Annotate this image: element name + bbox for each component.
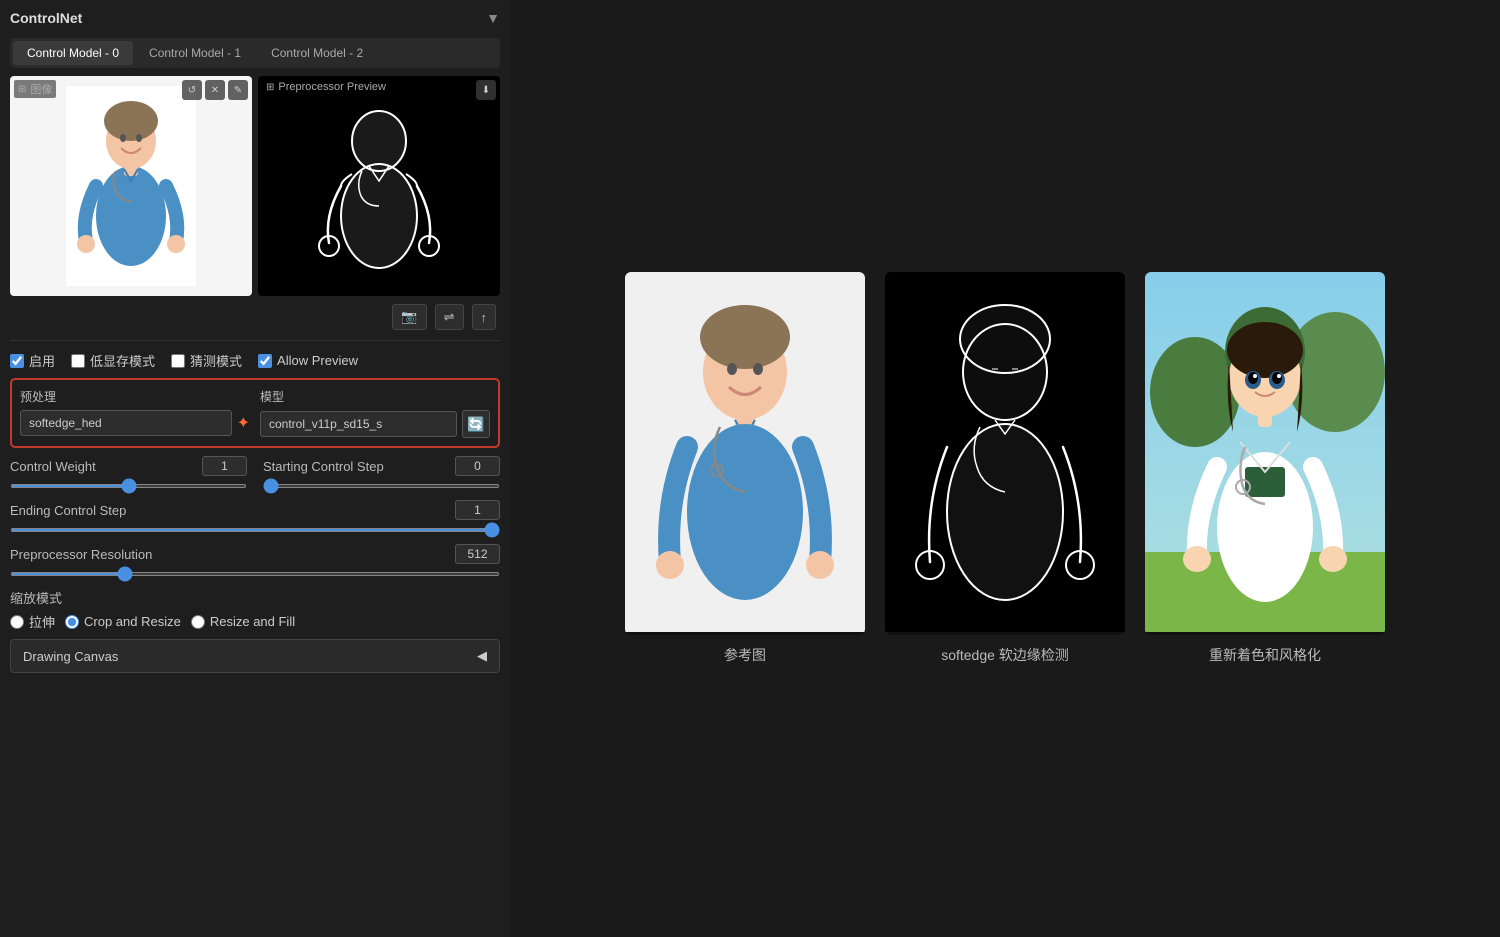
low-vram-checkbox[interactable]: 低显存模式 [71, 351, 155, 370]
preprocessor-select[interactable]: softedge_hed softedge_hedsafe softedge_p… [20, 410, 232, 436]
source-refresh-button[interactable]: ↺ [182, 80, 202, 100]
image-preview-row: ⊞ 图像 ↺ ✕ ✎ [10, 76, 500, 296]
edge-image-container [885, 272, 1125, 635]
model-label: 模型 [260, 388, 490, 405]
camera-button[interactable]: 📷 [392, 304, 426, 330]
source-image-controls: ↺ ✕ ✎ [182, 80, 248, 100]
model-selection-box: 预处理 softedge_hed softedge_hedsafe softed… [10, 378, 500, 448]
starting-step-col: Starting Control Step 0 [263, 456, 500, 492]
anime-label: 重新着色和风格化 [1209, 645, 1321, 665]
panel-title: ControlNet [10, 10, 82, 26]
ending-step-header: Ending Control Step 1 [10, 500, 500, 520]
low-vram-input[interactable] [71, 354, 85, 368]
preprocessor-label: 预处理 [20, 388, 250, 405]
model-col: 模型 control_v11p_sd15_s control_v11e_sd15… [260, 388, 490, 438]
resolution-value: 512 [455, 544, 500, 564]
preview-download-button[interactable]: ⬇ [476, 80, 496, 100]
zoom-crop-radio[interactable]: Crop and Resize [65, 614, 181, 629]
drawing-canvas-arrow: ◀ [477, 648, 487, 664]
options-checkboxes: 启用 低显存模式 猜测模式 Allow Preview [10, 351, 500, 370]
resolution-label: Preprocessor Resolution [10, 547, 152, 562]
starting-step-label: Starting Control Step [263, 459, 384, 474]
enable-checkbox[interactable]: 启用 [10, 351, 55, 370]
control-weight-value: 1 [202, 456, 247, 476]
preprocessor-col: 预处理 softedge_hed softedge_hedsafe softed… [20, 388, 250, 438]
right-panel: 参考图 [510, 0, 1500, 937]
weight-step-row: Control Weight 1 Starting Control Step 0 [10, 456, 500, 492]
ending-step-group: Ending Control Step 1 [10, 500, 500, 536]
zoom-mode-radio-group: 拉伸 Crop and Resize Resize and Fill [10, 612, 500, 631]
control-weight-label: Control Weight [10, 459, 96, 474]
edge-label: softedge 软边缘检测 [941, 645, 1069, 665]
zoom-stretch-input[interactable] [10, 615, 24, 629]
model-select-wrapper: control_v11p_sd15_s control_v11e_sd15_ip… [260, 410, 490, 438]
action-buttons-row: 📷 ⇌ ↑ [10, 304, 500, 330]
source-image-box: ⊞ 图像 ↺ ✕ ✎ [10, 76, 252, 296]
anime-image [1145, 272, 1385, 632]
resolution-header: Preprocessor Resolution 512 [10, 544, 500, 564]
enable-input[interactable] [10, 354, 24, 368]
upload-button[interactable]: ↑ [472, 304, 497, 330]
source-close-button[interactable]: ✕ [205, 80, 225, 100]
drawing-canvas-button[interactable]: Drawing Canvas ◀ [10, 639, 500, 673]
left-panel: ControlNet ▼ Control Model - 0 Control M… [0, 0, 510, 937]
edge-image [885, 272, 1125, 632]
source-edit-button[interactable]: ✎ [228, 80, 248, 100]
swap-button[interactable]: ⇌ [435, 304, 464, 330]
panel-collapse-icon[interactable]: ▼ [486, 10, 500, 26]
tab-control-model-2[interactable]: Control Model - 2 [257, 41, 377, 65]
allow-preview-checkbox[interactable]: Allow Preview [258, 353, 358, 368]
starting-step-slider[interactable] [263, 484, 500, 488]
anime-image-container [1145, 272, 1385, 635]
allow-preview-input[interactable] [258, 354, 272, 368]
tab-control-model-0[interactable]: Control Model - 0 [13, 41, 133, 65]
panel-header: ControlNet ▼ [10, 10, 500, 26]
preview-image-content [258, 76, 500, 296]
preprocessor-select-wrapper: softedge_hed softedge_hedsafe softedge_p… [20, 410, 250, 436]
control-weight-slider[interactable] [10, 484, 247, 488]
resolution-slider[interactable] [10, 572, 500, 576]
drawing-canvas-label: Drawing Canvas [23, 649, 118, 664]
reference-image [625, 272, 865, 632]
model-refresh-button[interactable]: 🔄 [462, 410, 490, 438]
ending-step-slider[interactable] [10, 528, 500, 532]
model-row: 预处理 softedge_hed softedge_hedsafe softed… [20, 388, 490, 438]
model-tabs: Control Model - 0 Control Model - 1 Cont… [10, 38, 500, 68]
control-weight-header: Control Weight 1 [10, 456, 247, 476]
preview-image-box: ⊞ Preprocessor Preview ⬇ [258, 76, 500, 296]
preview-image-label: ⊞ Preprocessor Preview [262, 80, 390, 94]
zoom-mode-section: 缩放模式 拉伸 Crop and Resize Resize and Fill [10, 588, 500, 631]
ending-step-value: 1 [455, 500, 500, 520]
zoom-mode-label: 缩放模式 [10, 588, 500, 607]
starting-step-value: 0 [455, 456, 500, 476]
starting-step-header: Starting Control Step 0 [263, 456, 500, 476]
result-images: 参考图 [625, 272, 1385, 665]
zoom-stretch-radio[interactable]: 拉伸 [10, 612, 55, 631]
fire-icon: ✦ [237, 413, 250, 433]
resolution-group: Preprocessor Resolution 512 [10, 544, 500, 580]
result-item-reference: 参考图 [625, 272, 865, 665]
zoom-fill-radio[interactable]: Resize and Fill [191, 614, 295, 629]
ending-step-label: Ending Control Step [10, 503, 126, 518]
reference-label: 参考图 [724, 645, 766, 665]
tab-control-model-1[interactable]: Control Model - 1 [135, 41, 255, 65]
control-weight-col: Control Weight 1 [10, 456, 247, 492]
result-item-anime: 重新着色和风格化 [1145, 272, 1385, 665]
zoom-fill-input[interactable] [191, 615, 205, 629]
zoom-crop-input[interactable] [65, 615, 79, 629]
source-image-content [10, 76, 252, 296]
reference-image-container [625, 272, 865, 635]
model-select[interactable]: control_v11p_sd15_s control_v11e_sd15_ip… [260, 411, 457, 437]
source-image-label: ⊞ 图像 [14, 80, 56, 98]
guess-mode-input[interactable] [171, 354, 185, 368]
guess-mode-checkbox[interactable]: 猜测模式 [171, 351, 242, 370]
result-item-edge: softedge 软边缘检测 [885, 272, 1125, 665]
preview-image-controls: ⬇ [476, 80, 496, 100]
